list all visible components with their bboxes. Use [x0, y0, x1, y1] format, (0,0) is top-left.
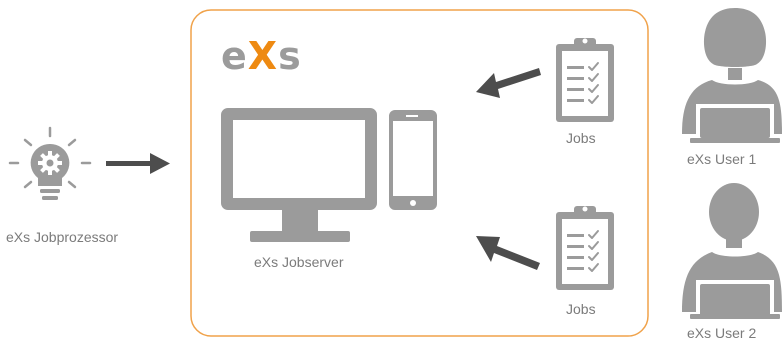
arrow-left-bottom-icon	[476, 236, 540, 270]
arrow-left-top-icon	[476, 68, 541, 98]
clipboard-checklist-icon	[556, 38, 614, 122]
user-male-laptop-icon	[682, 183, 782, 319]
lightbulb-gear-icon	[8, 126, 92, 200]
arrow-right-icon	[106, 153, 170, 174]
smartphone-icon	[389, 110, 437, 210]
user1-label: eXs User 1	[687, 151, 757, 167]
jobs-top-label: Jobs	[566, 130, 596, 146]
monitor-icon	[221, 108, 377, 242]
jobserver-label: eXs Jobserver	[254, 254, 344, 270]
user-female-laptop-icon	[682, 8, 782, 143]
jobs-bottom-label: Jobs	[566, 301, 596, 317]
logo-accent: X	[247, 34, 279, 78]
clipboard-checklist-icon	[556, 206, 614, 290]
logo-prefix: e	[221, 34, 248, 78]
jobprozessor-label: eXs Jobprozessor	[6, 229, 119, 245]
diagram-canvas	[8, 8, 782, 337]
logo-suffix: s	[278, 34, 302, 78]
exs-logo: eXs	[221, 37, 302, 75]
user2-label: eXs User 2	[687, 325, 757, 341]
